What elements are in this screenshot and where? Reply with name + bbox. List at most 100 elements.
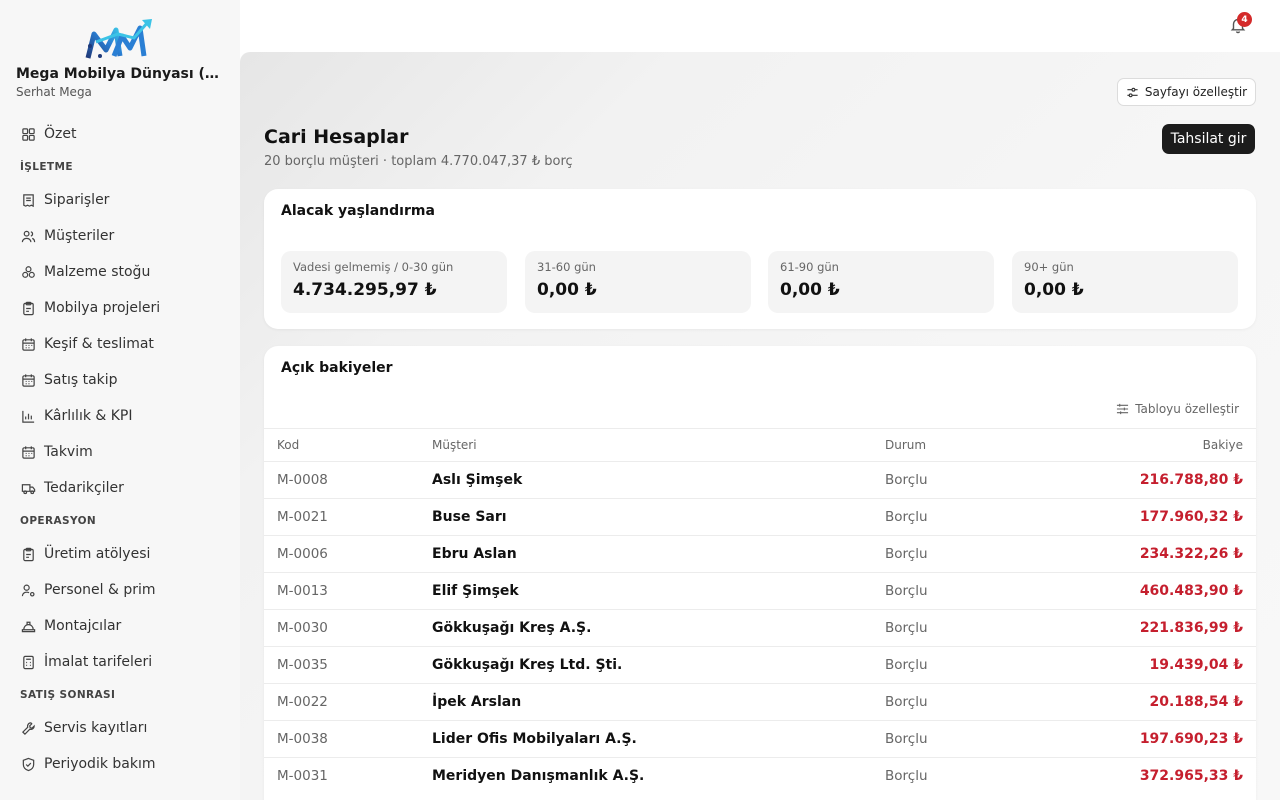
sidebar-item-profitability-kpi[interactable]: Kârlılık & KPI	[0, 398, 240, 434]
sidebar-item-label: Özet	[44, 126, 77, 142]
row-status: Borçlu	[885, 731, 928, 747]
page-subtitle: 20 borçlu müşteri · toplam 4.770.047,37 …	[264, 154, 573, 169]
sidebar-item-suppliers[interactable]: Tedarikçiler	[0, 470, 240, 506]
column-header-customer[interactable]: Müşteri	[432, 429, 477, 461]
row-status: Borçlu	[885, 583, 928, 599]
table-header: Kod Müşteri Durum Bakiye	[264, 428, 1256, 461]
sidebar-item-label: Takvim	[44, 444, 93, 460]
nav-section-title: OPERASYON	[20, 515, 97, 527]
table-row[interactable]: M-0031 Meridyen Danışmanlık A.Ş. Borçlu …	[264, 757, 1256, 794]
row-customer[interactable]: İpek Arslan	[432, 684, 521, 720]
row-status: Borçlu	[885, 694, 928, 710]
table-row[interactable]: M-0006 Ebru Aslan Borçlu 234.322,26 ₺	[264, 535, 1256, 572]
aging-bucket-label: 90+ gün	[1024, 260, 1074, 274]
aging-bucket: 61-90 gün 0,00 ₺	[768, 251, 994, 313]
column-header-status[interactable]: Durum	[885, 429, 926, 461]
row-customer[interactable]: Ebru Aslan	[432, 536, 517, 572]
row-customer[interactable]: Meridyen Danışmanlık A.Ş.	[432, 758, 644, 794]
table-row[interactable]: M-0038 Lider Ofis Mobilyaları A.Ş. Borçl…	[264, 720, 1256, 757]
customize-table-button[interactable]: Tabloyu özelleştir	[1116, 402, 1239, 416]
row-balance: 197.690,23 ₺	[1139, 731, 1243, 747]
sidebar-item-label: Keşif & teslimat	[44, 336, 154, 352]
sidebar-item-furniture-projects[interactable]: Mobilya projeleri	[0, 290, 240, 326]
sidebar-nav: Özet İŞLETME Siparişler Müşteriler Malze…	[0, 116, 240, 782]
balances-table: Kod Müşteri Durum Bakiye M-0008 Aslı Şim…	[264, 428, 1256, 794]
enter-collection-button[interactable]: Tahsilat gir	[1162, 124, 1255, 154]
aging-bucket-value: 0,00 ₺	[1024, 280, 1084, 300]
customize-page-label: Sayfayı özelleştir	[1144, 85, 1248, 99]
hard-hat-icon	[20, 618, 36, 634]
aging-bucket-value: 0,00 ₺	[537, 280, 597, 300]
truck-icon	[20, 480, 36, 496]
sidebar-item-label: Montajcılar	[44, 618, 122, 634]
table-row[interactable]: M-0035 Gökkuşağı Kreş Ltd. Şti. Borçlu 1…	[264, 646, 1256, 683]
sidebar-item-label: Müşteriler	[44, 228, 115, 244]
row-code: M-0030	[277, 620, 328, 636]
row-customer[interactable]: Aslı Şimşek	[432, 462, 522, 498]
dashboard-icon	[20, 126, 36, 142]
row-code: M-0022	[277, 694, 328, 710]
row-customer[interactable]: Buse Sarı	[432, 499, 507, 535]
column-header-balance[interactable]: Bakiye	[1203, 429, 1243, 461]
sidebar-item-production-workshop[interactable]: Üretim atölyesi	[0, 536, 240, 572]
row-customer[interactable]: Gökkuşağı Kreş Ltd. Şti.	[432, 647, 622, 683]
sidebar-item-staff-bonus[interactable]: Personel & prim	[0, 572, 240, 608]
calculator-icon	[20, 654, 36, 670]
row-balance: 234.322,26 ₺	[1139, 546, 1243, 562]
aging-bucket: 31-60 gün 0,00 ₺	[525, 251, 751, 313]
sidebar-item-installers[interactable]: Montajcılar	[0, 608, 240, 644]
table-row[interactable]: M-0022 İpek Arslan Borçlu 20.188,54 ₺	[264, 683, 1256, 720]
aging-bucket-value: 4.734.295,97 ₺	[293, 280, 437, 300]
open-balances-card: Açık bakiyeler Tabloyu özelleştir Kod Mü…	[264, 346, 1256, 800]
sidebar-item-customers[interactable]: Müşteriler	[0, 218, 240, 254]
sidebar-item-material-stock[interactable]: Malzeme stoğu	[0, 254, 240, 290]
sidebar-item-orders[interactable]: Siparişler	[0, 182, 240, 218]
boxes-icon	[20, 264, 36, 280]
sidebar-item-label: İmalat tarifeleri	[44, 654, 153, 670]
aging-bucket-label: Vadesi gelmemiş / 0-30 gün	[293, 260, 454, 274]
sidebar-item-calendar[interactable]: Takvim	[0, 434, 240, 470]
table-row[interactable]: M-0008 Aslı Şimşek Borçlu 216.788,80 ₺	[264, 461, 1256, 498]
row-status: Borçlu	[885, 546, 928, 562]
sidebar-item-summary[interactable]: Özet	[0, 116, 240, 152]
row-code: M-0031	[277, 768, 328, 784]
row-balance: 19.439,04 ₺	[1149, 657, 1243, 673]
row-balance: 20.188,54 ₺	[1149, 694, 1243, 710]
bar-chart-icon	[20, 408, 36, 424]
sidebar-item-periodic-maintenance[interactable]: Periyodik bakım	[0, 746, 240, 782]
sidebar-item-manufacturing-tariffs[interactable]: İmalat tarifeleri	[0, 644, 240, 680]
calendar-icon	[20, 372, 36, 388]
shield-check-icon	[20, 756, 36, 772]
table-row[interactable]: M-0013 Elif Şimşek Borçlu 460.483,90 ₺	[264, 572, 1256, 609]
row-customer[interactable]: Lider Ofis Mobilyaları A.Ş.	[432, 721, 637, 757]
row-code: M-0013	[277, 583, 328, 599]
calendar-icon	[20, 336, 36, 352]
sidebar-item-service-records[interactable]: Servis kayıtları	[0, 710, 240, 746]
row-balance: 221.836,99 ₺	[1139, 620, 1243, 636]
sidebar-item-label: Mobilya projeleri	[44, 300, 161, 316]
clipboard-icon	[20, 546, 36, 562]
sidebar-item-label: Servis kayıtları	[44, 720, 148, 736]
receipt-icon	[20, 192, 36, 208]
row-status: Borçlu	[885, 657, 928, 673]
organization-name[interactable]: Mega Mobilya Dünyası (De...	[16, 66, 228, 82]
table-row[interactable]: M-0030 Gökkuşağı Kreş A.Ş. Borçlu 221.83…	[264, 609, 1256, 646]
row-code: M-0006	[277, 546, 328, 562]
card-title: Açık bakiyeler	[281, 360, 393, 376]
table-row[interactable]: M-0021 Buse Sarı Borçlu 177.960,32 ₺	[264, 498, 1256, 535]
customize-page-button[interactable]: Sayfayı özelleştir	[1117, 78, 1256, 106]
sidebar-item-sales-tracking[interactable]: Satış takip	[0, 362, 240, 398]
row-customer[interactable]: Gökkuşağı Kreş A.Ş.	[432, 610, 591, 646]
nav-section-title: İŞLETME	[20, 161, 73, 173]
sidebar-item-label: Tedarikçiler	[44, 480, 124, 496]
sidebar-item-survey-delivery[interactable]: Keşif & teslimat	[0, 326, 240, 362]
sidebar-item-label: Üretim atölyesi	[44, 546, 151, 562]
row-customer[interactable]: Elif Şimşek	[432, 573, 519, 609]
row-status: Borçlu	[885, 768, 928, 784]
row-status: Borçlu	[885, 472, 928, 488]
row-balance: 216.788,80 ₺	[1139, 472, 1243, 488]
column-header-code[interactable]: Kod	[277, 429, 299, 461]
sidebar-item-label: Malzeme stoğu	[44, 264, 151, 280]
row-code: M-0035	[277, 657, 328, 673]
row-balance: 460.483,90 ₺	[1139, 583, 1243, 599]
